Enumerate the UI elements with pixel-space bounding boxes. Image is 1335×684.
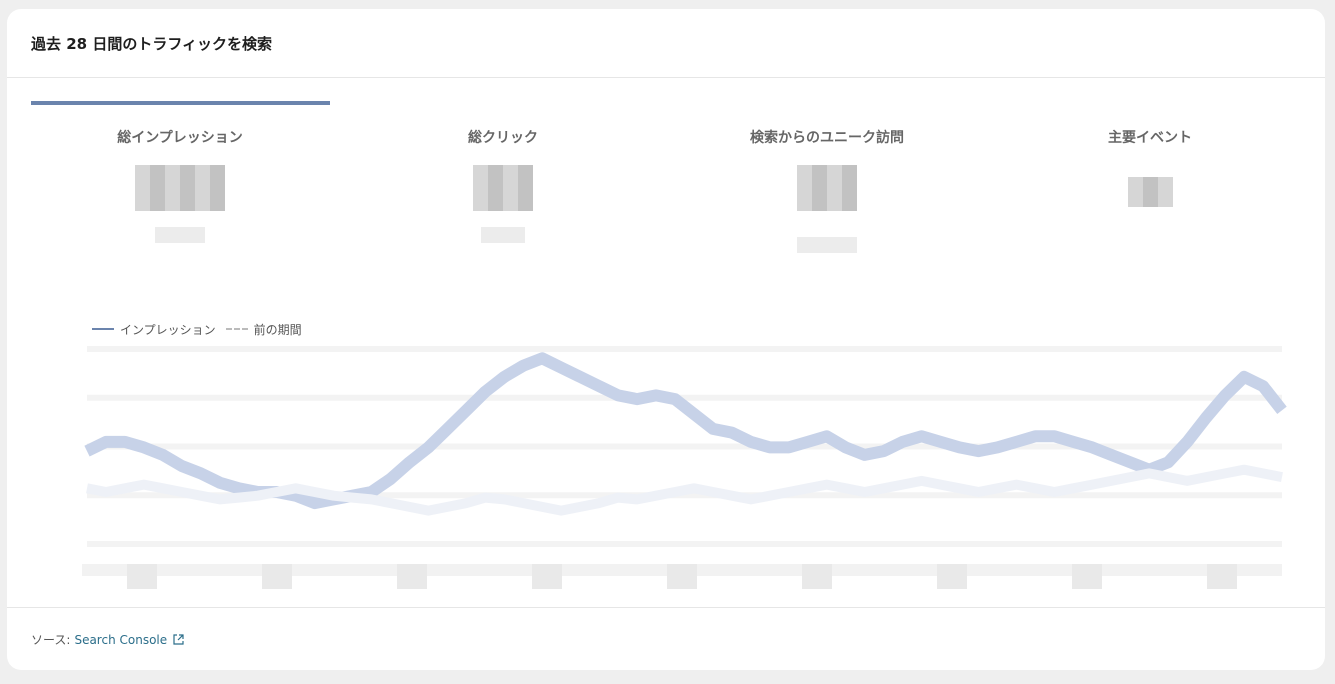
traffic-card: 過去 28 日間のトラフィックを検索 総インプレッション 総クリック 検索からの… [7,9,1325,670]
metric-value-redacted [135,165,225,211]
metric-change-redacted [481,227,525,243]
metric-label: 総インプレッション [117,130,243,146]
metric-value-redacted [473,165,533,211]
x-tick-label-redacted [1072,564,1102,589]
source-footer: ソース: Search Console [31,631,184,648]
x-tick-label-redacted [532,564,562,589]
metric-label: 主要イベント [1108,130,1192,146]
metric-value-redacted [797,165,857,211]
metric-label: 検索からのユニーク訪問 [750,130,904,146]
header-divider [7,77,1325,78]
search-console-link[interactable]: Search Console [74,633,167,647]
metric-key-events[interactable]: 主要イベント [1020,127,1280,207]
x-tick-label-redacted [937,564,967,589]
x-tick-label-redacted [667,564,697,589]
x-tick-label-redacted [262,564,292,589]
traffic-line-chart [82,346,1287,589]
card-title: 過去 28 日間のトラフィックを検索 [31,35,273,53]
x-tick-label-redacted [1207,564,1237,589]
active-tab-indicator [31,101,330,105]
footer-divider [7,607,1325,608]
source-label: ソース: [31,633,71,647]
x-tick-label-redacted [802,564,832,589]
x-tick-label-redacted [127,564,157,589]
metric-label: 総クリック [468,130,538,146]
metric-clicks[interactable]: 総クリック [373,127,633,243]
metric-unique-visits[interactable]: 検索からのユニーク訪問 [697,127,957,253]
metric-value-redacted [1127,177,1173,207]
external-link-icon[interactable] [173,634,184,645]
metric-change-redacted [155,227,205,243]
series-line-previous [86,464,1283,516]
metric-change-redacted [797,237,857,253]
x-tick-label-redacted [397,564,427,589]
metric-impressions[interactable]: 総インプレッション [50,127,310,243]
